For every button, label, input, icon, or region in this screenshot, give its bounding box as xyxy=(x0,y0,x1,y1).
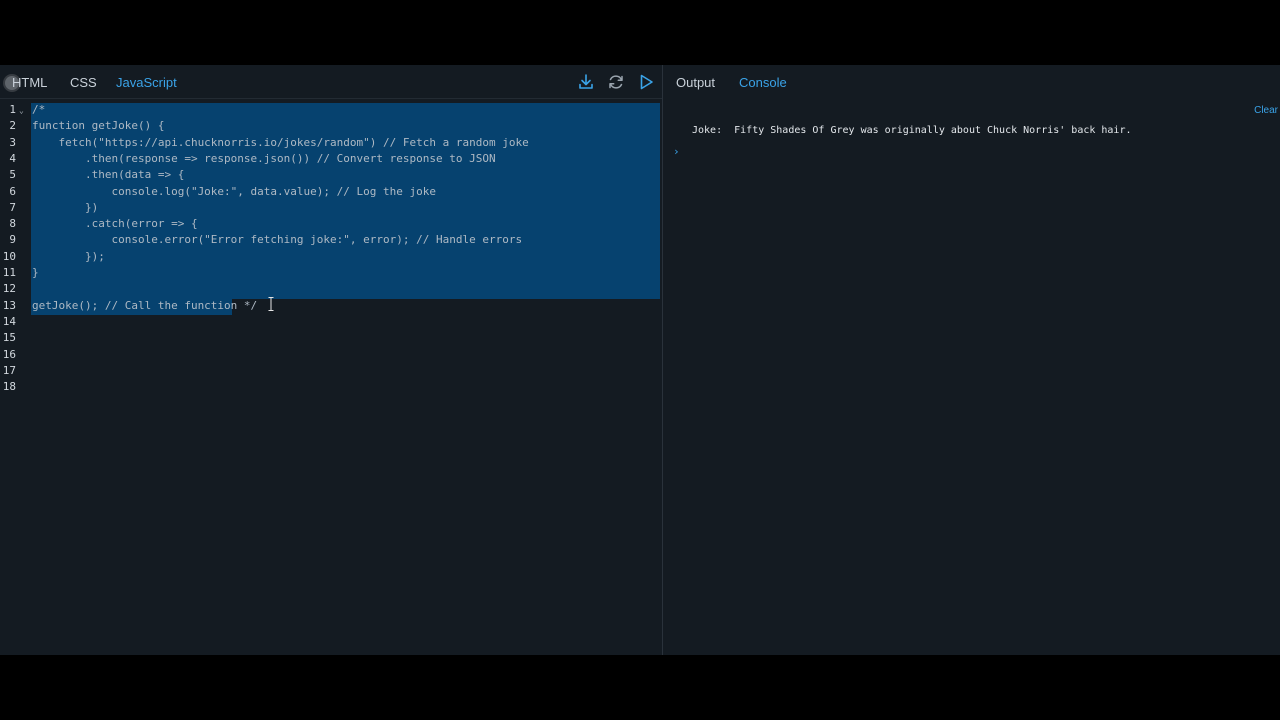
clear-console-button[interactable]: Clear xyxy=(1254,105,1278,116)
code-line: 6 console.log("Joke:", data.value); // L… xyxy=(0,184,662,200)
line-number: 9 xyxy=(9,233,16,247)
output-pane: Output Console Clear Joke: Fifty Shades … xyxy=(663,65,1280,655)
code-text: getJoke(); // Call the function */ xyxy=(32,298,258,312)
output-toolbar: Output Console xyxy=(663,65,1280,98)
line-number: 5 xyxy=(9,168,16,182)
line-number: 16 xyxy=(2,347,16,361)
download-button[interactable] xyxy=(577,73,595,91)
code-line: 1 ⌄ /* xyxy=(0,102,662,118)
console-log-entry: Joke: Fifty Shades Of Grey was originall… xyxy=(692,125,1132,136)
reload-button[interactable] xyxy=(607,73,625,91)
line-number: 18 xyxy=(2,380,16,394)
editor-pane: HTML CSS JavaScript 1 ⌄ /* 2 function ge… xyxy=(0,65,663,655)
code-line: 18 xyxy=(0,379,662,395)
line-number: 11 xyxy=(2,266,16,279)
code-line: 9 console.error("Error fetching joke:", … xyxy=(0,232,662,248)
code-text: .then(response => response.json()) // Co… xyxy=(32,151,496,165)
line-number: 4 xyxy=(9,151,16,165)
reload-icon xyxy=(609,75,623,89)
line-number: 10 xyxy=(2,249,16,263)
i-beam-cursor-icon xyxy=(268,297,274,311)
code-text: .catch(error => { xyxy=(32,217,198,231)
play-icon xyxy=(640,74,653,90)
code-text: console.log("Joke:", data.value); // Log… xyxy=(32,184,436,198)
fold-chevron-icon[interactable]: ⌄ xyxy=(19,103,24,119)
code-line: 15 xyxy=(0,330,662,346)
tab-html[interactable]: HTML xyxy=(12,75,47,90)
code-line: 5 .then(data => { xyxy=(0,167,662,183)
code-line: 14 xyxy=(0,314,662,330)
line-number: 8 xyxy=(9,217,16,231)
code-line: 12 xyxy=(0,281,662,297)
line-number: 13 xyxy=(2,298,16,312)
line-number: 15 xyxy=(2,331,16,345)
tab-output[interactable]: Output xyxy=(676,75,715,90)
code-text: /* xyxy=(32,103,46,116)
tab-javascript[interactable]: JavaScript xyxy=(116,75,177,90)
code-text: .then(data => { xyxy=(32,168,185,182)
run-button[interactable] xyxy=(637,73,655,91)
code-text: }); xyxy=(32,249,105,263)
code-text: function getJoke() { xyxy=(32,119,165,133)
code-text: }) xyxy=(32,200,99,214)
code-line: 8 .catch(error => { xyxy=(0,216,662,232)
code-line: 11} xyxy=(0,265,662,281)
line-number: 17 xyxy=(2,363,16,377)
tab-css[interactable]: CSS xyxy=(70,75,97,90)
code-text: } xyxy=(32,266,39,279)
code-playground: HTML CSS JavaScript 1 ⌄ /* 2 function ge… xyxy=(0,65,1280,655)
code-line: 10 }); xyxy=(0,249,662,265)
line-number: 12 xyxy=(2,282,16,296)
code-line: 7 }) xyxy=(0,200,662,216)
code-line: 3 fetch("https://api.chucknorris.io/joke… xyxy=(0,135,662,151)
line-number: 2 xyxy=(9,119,16,133)
line-number: 14 xyxy=(2,314,16,328)
code-line: 17 xyxy=(0,363,662,379)
code-line: 13 getJoke(); // Call the function */ xyxy=(0,298,662,314)
editor-toolbar: HTML CSS JavaScript xyxy=(0,65,662,99)
line-number: 6 xyxy=(9,184,16,198)
code-line: 2 function getJoke() { xyxy=(0,118,662,134)
code-line: 4 .then(response => response.json()) // … xyxy=(0,151,662,167)
download-icon xyxy=(579,74,593,89)
line-number: 3 xyxy=(9,135,16,149)
code-editor[interactable]: 1 ⌄ /* 2 function getJoke() { 3 fetch("https:… xyxy=(0,101,662,655)
line-number: 1 xyxy=(9,103,16,116)
line-number: 7 xyxy=(9,200,16,214)
console-prompt-icon[interactable]: › xyxy=(673,145,680,158)
code-line: 16 xyxy=(0,347,662,363)
tab-console[interactable]: Console xyxy=(739,75,787,90)
code-text: fetch("https://api.chucknorris.io/jokes/… xyxy=(32,135,529,149)
code-text: console.error("Error fetching joke:", er… xyxy=(32,233,523,247)
